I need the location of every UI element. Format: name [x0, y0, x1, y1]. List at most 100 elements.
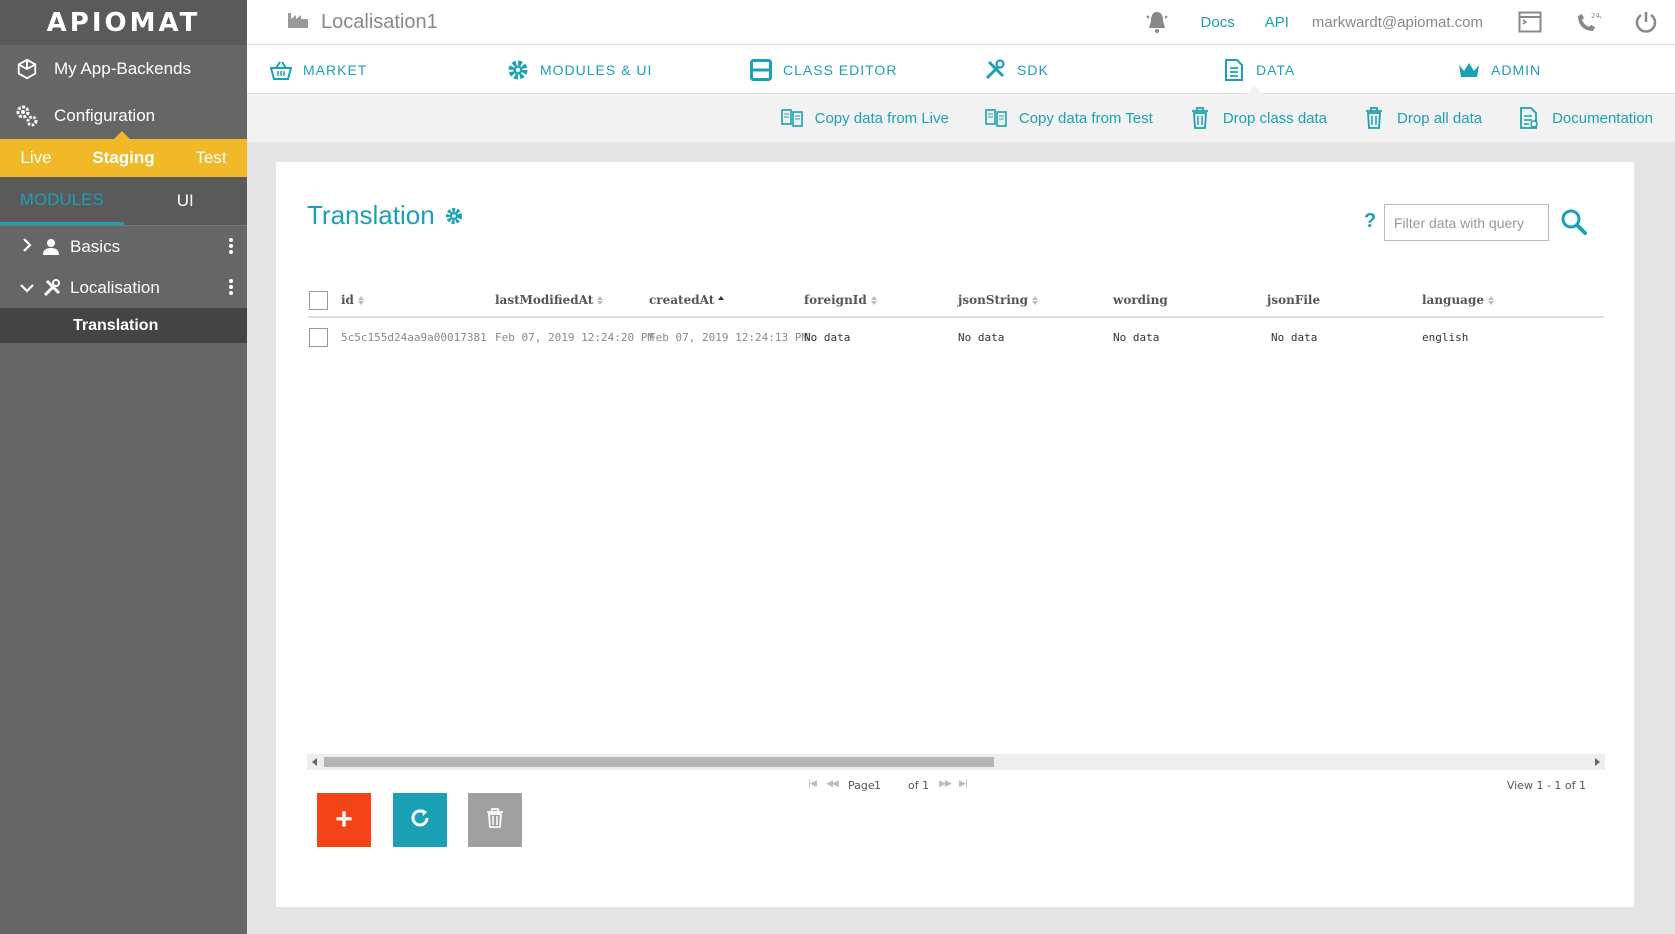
nav-data[interactable]: DATA	[1222, 45, 1296, 95]
tree-item-localisation[interactable]: Localisation	[0, 267, 247, 308]
nav-admin[interactable]: ADMIN	[1457, 45, 1541, 94]
horizontal-scrollbar[interactable]	[307, 754, 1605, 770]
col-header-label: wording	[1113, 293, 1168, 307]
drop-class-data-button[interactable]: Drop class data	[1189, 107, 1327, 129]
col-header-label: jsonString	[958, 293, 1029, 307]
gears-icon	[14, 103, 40, 129]
copy-from-live-button[interactable]: Copy data from Live	[780, 107, 949, 129]
view-info: View 1 - 1 of 1	[1506, 779, 1586, 792]
col-header-jsonstring[interactable]: jsonString	[958, 284, 1039, 316]
kebab-menu-icon[interactable]	[229, 238, 233, 256]
stage-staging[interactable]: Staging	[84, 148, 162, 168]
col-header-createdat[interactable]: createdAt	[649, 284, 725, 316]
gear-icon[interactable]	[445, 207, 463, 225]
row-checkbox[interactable]	[309, 327, 328, 347]
tab-ui[interactable]: UI	[124, 177, 248, 225]
cell-createdat: Feb 07, 2019 12:24:13 PM	[649, 330, 808, 344]
help-icon[interactable]: ?	[1364, 210, 1376, 233]
next-page-button[interactable]: ▶▶	[939, 779, 952, 789]
tree-item-label: Localisation	[70, 277, 160, 297]
col-header-label: language	[1422, 293, 1484, 307]
support-247-icon[interactable]: 24/7	[1575, 9, 1601, 35]
cell-wording: No data	[1113, 330, 1160, 344]
module-tabs: MODULES UI	[0, 177, 247, 226]
col-header-label: id	[341, 293, 354, 307]
table-row[interactable]: 5c5c155d24aa9a00017381 Feb 07, 2019 12:2…	[308, 318, 1604, 356]
sidebar-item-label: My App-Backends	[54, 58, 192, 78]
tools-icon	[42, 278, 64, 298]
sidebar-item-label: Configuration	[54, 105, 156, 125]
drop-all-data-button[interactable]: Drop all data	[1363, 107, 1482, 129]
action-label: Documentation	[1552, 109, 1653, 127]
logo-bar: APIOMAT	[0, 0, 247, 45]
nav-class-editor[interactable]: CLASS EDITOR	[749, 45, 897, 94]
sort-icon	[1487, 295, 1494, 305]
stage-caret	[114, 131, 130, 139]
kebab-menu-icon[interactable]	[229, 279, 233, 297]
action-label: Drop all data	[1397, 109, 1483, 127]
col-header-id[interactable]: id	[341, 284, 364, 316]
apiomat-logo[interactable]: APIOMAT	[47, 8, 201, 38]
chevron-down-icon[interactable]	[16, 280, 38, 296]
scroll-right-arrow-icon[interactable]	[1595, 758, 1600, 766]
power-icon[interactable]	[1633, 9, 1659, 35]
chevron-right-icon[interactable]	[16, 238, 38, 255]
col-header-jsonfile[interactable]: jsonFile	[1267, 284, 1320, 316]
tab-modules[interactable]: MODULES	[0, 177, 124, 225]
data-grid: id lastModifiedAt createdAt foreignId js…	[308, 284, 1604, 356]
stage-test[interactable]: Test	[187, 148, 234, 168]
bell-icon[interactable]	[1144, 9, 1170, 35]
terminal-icon[interactable]	[1517, 9, 1543, 35]
sort-icon	[597, 295, 604, 305]
nav-label: MODULES & UI	[540, 61, 653, 78]
refresh-button[interactable]	[393, 793, 447, 847]
prev-page-button[interactable]: ◀◀	[826, 779, 839, 789]
nav-label: ADMIN	[1491, 61, 1542, 78]
col-header-language[interactable]: language	[1422, 284, 1494, 316]
app-name: Localisation1	[321, 10, 438, 33]
documentation-button[interactable]: Documentation	[1518, 107, 1653, 129]
docs-link[interactable]: Docs	[1201, 14, 1235, 31]
window-icon	[749, 58, 773, 82]
stage-live[interactable]: Live	[12, 148, 59, 168]
factory-icon	[287, 9, 309, 35]
action-label: Copy data from Live	[814, 109, 949, 127]
nav-sdk[interactable]: SDK	[983, 45, 1049, 94]
page-number-input[interactable]	[874, 776, 888, 794]
add-object-button[interactable]: +	[317, 793, 371, 847]
col-header-foreignid[interactable]: foreignId	[804, 284, 877, 316]
sidebar-item-my-app-backends[interactable]: My App-Backends	[0, 45, 247, 92]
tools-icon	[983, 58, 1007, 82]
first-page-button[interactable]: |◀	[808, 779, 817, 789]
scrollbar-thumb[interactable]	[324, 757, 994, 767]
scroll-left-arrow-icon[interactable]	[312, 758, 317, 766]
table-header-row: id lastModifiedAt createdAt foreignId js…	[308, 284, 1604, 318]
delete-button[interactable]	[468, 793, 522, 847]
copy-data-icon	[985, 107, 1007, 129]
nav-label: DATA	[1256, 61, 1296, 78]
tree-item-basics[interactable]: Basics	[0, 226, 247, 267]
nav-modules-ui[interactable]: MODULES & UI	[506, 45, 652, 94]
select-all-checkbox[interactable]	[309, 290, 328, 310]
page-label: Page	[848, 779, 875, 792]
col-header-lastmodifiedat[interactable]: lastModifiedAt	[495, 284, 604, 316]
col-header-label: jsonFile	[1267, 293, 1321, 307]
sort-icon	[1032, 295, 1039, 305]
nav-market[interactable]: MARKET	[269, 45, 367, 94]
user-email[interactable]: markwardt@apiomat.com	[1312, 14, 1483, 31]
stage-switcher: Live Staging Test	[0, 131, 247, 177]
cell-jsonstring: No data	[958, 330, 1005, 344]
copy-from-test-button[interactable]: Copy data from Test	[985, 107, 1153, 129]
last-page-button[interactable]: ▶|	[959, 779, 968, 789]
col-header-wording[interactable]: wording	[1113, 284, 1168, 316]
class-title-text: Translation	[307, 200, 435, 230]
top-bar: Localisation1 Docs API markwardt@apiomat…	[247, 0, 1675, 45]
nav-label: MARKET	[303, 61, 368, 78]
app-title[interactable]: Localisation1	[287, 9, 438, 35]
search-icon[interactable]	[1558, 206, 1590, 238]
sort-asc-icon	[718, 295, 725, 305]
filter-query-input[interactable]	[1384, 204, 1549, 241]
api-link[interactable]: API	[1265, 14, 1289, 31]
tree-item-translation[interactable]: Translation	[0, 308, 247, 343]
user-icon	[42, 238, 64, 256]
